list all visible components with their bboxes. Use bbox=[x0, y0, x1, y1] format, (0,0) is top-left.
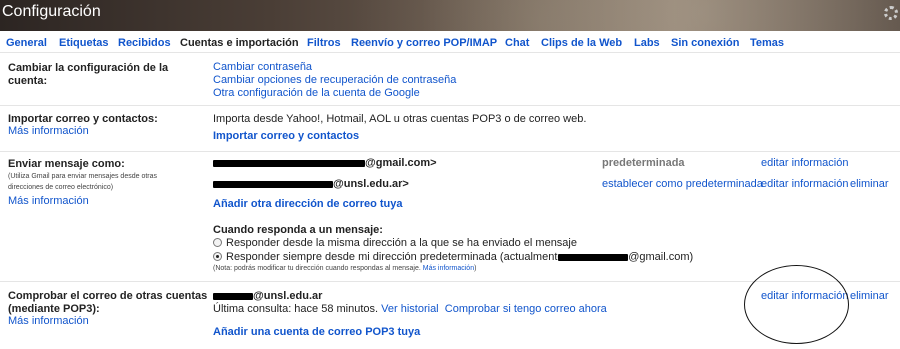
tab-recibidos[interactable]: Recibidos bbox=[118, 37, 171, 49]
send-as-note: (Utiliza Gmail para enviar mensajes desd… bbox=[8, 173, 158, 191]
default-status-label: predeterminada bbox=[602, 157, 685, 169]
change-account-section: Cambiar la configuración de la cuenta: C… bbox=[0, 54, 900, 106]
redacted-address bbox=[213, 180, 333, 188]
edit-address-1-link[interactable]: editar información bbox=[761, 157, 848, 170]
tab-clips[interactable]: Clips de la Web bbox=[541, 37, 622, 49]
radio-button-selected[interactable] bbox=[213, 252, 222, 261]
import-mail-contacts-link[interactable]: Importar correo y contactos bbox=[213, 130, 359, 143]
delete-pop3-link[interactable]: eliminar bbox=[850, 290, 889, 303]
pop3-more-info-link[interactable]: Más información bbox=[8, 315, 89, 328]
pop3-address: @unsl.edu.ar bbox=[213, 290, 322, 303]
tab-temas[interactable]: Temas bbox=[750, 37, 784, 49]
change-password-link[interactable]: Cambiar contraseña bbox=[213, 61, 312, 74]
delete-address-2-link[interactable]: eliminar bbox=[850, 178, 889, 191]
highlight-ellipse bbox=[744, 265, 849, 344]
reply-note: (Nota: podrás modificar tu dirección cua… bbox=[213, 265, 477, 272]
check-mail-now-link[interactable]: Comprobar si tengo correo ahora bbox=[445, 303, 607, 315]
view-history-link[interactable]: Ver historial bbox=[381, 303, 438, 315]
tab-cuentas[interactable]: Cuentas e importación bbox=[180, 37, 299, 49]
import-section: Importar correo y contactos: Más informa… bbox=[0, 106, 900, 152]
gear-icon[interactable] bbox=[884, 6, 898, 20]
import-description: Importa desde Yahoo!, Hotmail, AOL u otr… bbox=[213, 113, 587, 125]
send-as-address-2: @unsl.edu.ar> bbox=[213, 178, 409, 191]
edit-address-2-link[interactable]: editar información bbox=[761, 178, 848, 191]
page-title: Configuración bbox=[2, 3, 101, 20]
recovery-options-link[interactable]: Cambiar opciones de recuperación de cont… bbox=[213, 74, 456, 87]
import-more-info-link[interactable]: Más información bbox=[8, 125, 89, 138]
tab-chat[interactable]: Chat bbox=[505, 37, 529, 49]
settings-header: Configuración bbox=[0, 0, 900, 31]
reply-heading: Cuando responda a un mensaje: bbox=[213, 224, 383, 236]
settings-tabs: General Etiquetas Recibidos Cuentas e im… bbox=[0, 31, 900, 53]
change-account-label: Cambiar la configuración de la cuenta: bbox=[8, 62, 169, 87]
reply-option-same[interactable]: Responder desde la misma dirección a la … bbox=[213, 237, 577, 250]
tab-filtros[interactable]: Filtros bbox=[307, 37, 341, 49]
redacted-address bbox=[213, 292, 253, 300]
tab-general[interactable]: General bbox=[6, 37, 47, 49]
send-as-address-1: @gmail.com> bbox=[213, 157, 437, 170]
send-as-section: Enviar mensaje como: (Utiliza Gmail para… bbox=[0, 152, 900, 282]
tab-reenvio[interactable]: Reenvío y correo POP/IMAP bbox=[351, 37, 497, 49]
redacted-address bbox=[213, 159, 365, 167]
send-as-more-info-link[interactable]: Más información bbox=[8, 195, 89, 208]
set-default-link[interactable]: establecer como predeterminada bbox=[602, 178, 763, 191]
send-as-label: Enviar mensaje como: bbox=[8, 158, 125, 170]
tab-sin-conexion[interactable]: Sin conexión bbox=[671, 37, 739, 49]
pop3-label: Comprobar el correo de otras cuentas (me… bbox=[8, 290, 208, 315]
tab-labs[interactable]: Labs bbox=[634, 37, 660, 49]
tab-etiquetas[interactable]: Etiquetas bbox=[59, 37, 109, 49]
pop3-last-check: Última consulta: hace 58 minutos. Ver hi… bbox=[213, 303, 607, 315]
google-account-settings-link[interactable]: Otra configuración de la cuenta de Googl… bbox=[213, 87, 420, 100]
redacted-address bbox=[558, 253, 629, 261]
add-address-link[interactable]: Añadir otra dirección de correo tuya bbox=[213, 198, 403, 211]
add-pop3-account-link[interactable]: Añadir una cuenta de correo POP3 tuya bbox=[213, 326, 420, 339]
reply-note-more-info-link[interactable]: Más información bbox=[423, 265, 474, 272]
radio-button[interactable] bbox=[213, 238, 222, 247]
